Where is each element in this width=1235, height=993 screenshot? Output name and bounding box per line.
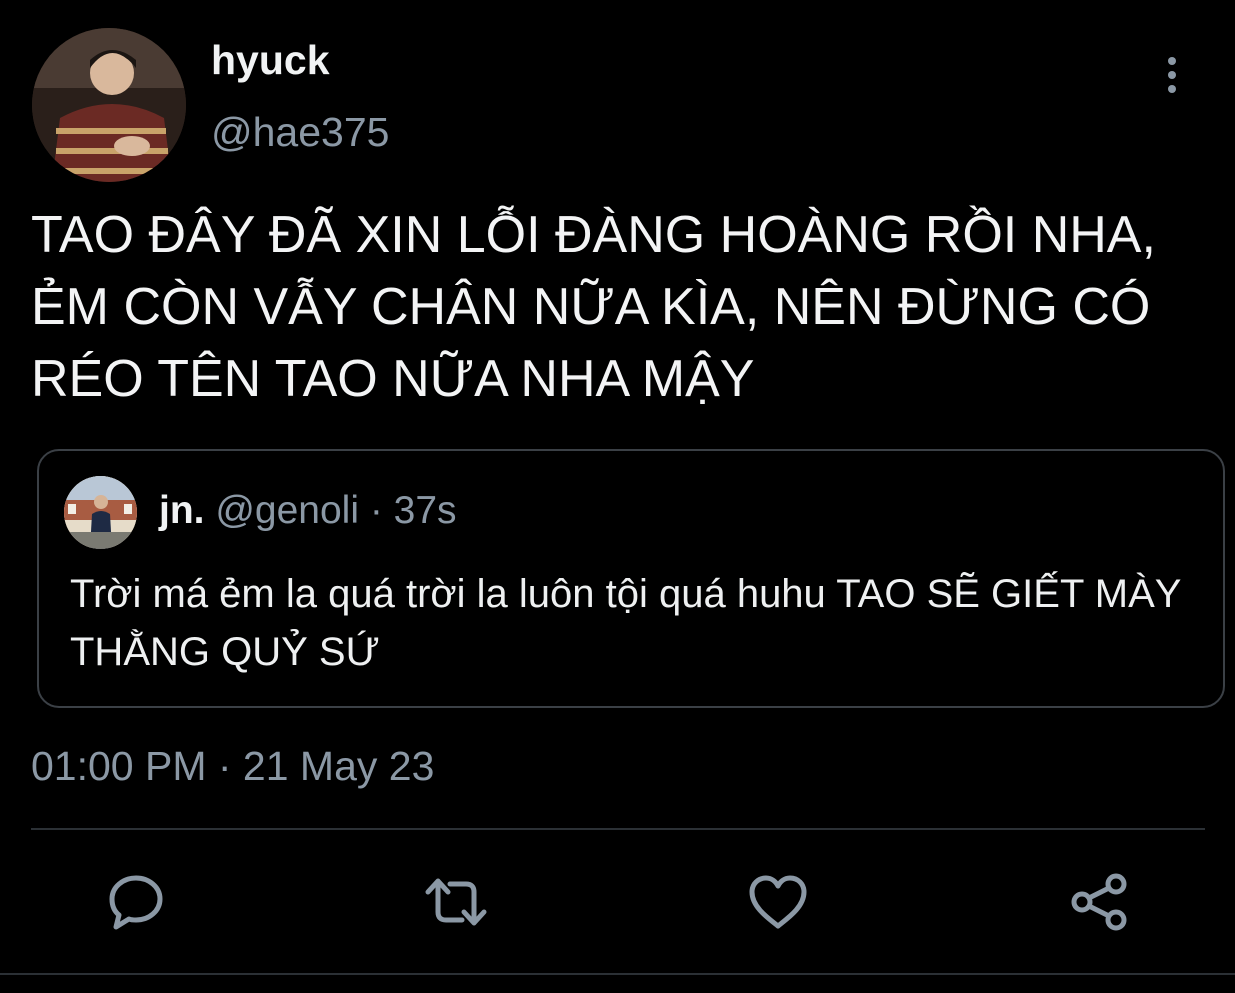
quoted-author-name[interactable]: jn. bbox=[159, 489, 205, 532]
divider bbox=[0, 973, 1235, 975]
reply-icon bbox=[109, 875, 163, 930]
share-icon bbox=[1071, 873, 1127, 931]
author-display-name[interactable]: hyuck bbox=[211, 40, 330, 81]
like-button[interactable] bbox=[746, 870, 810, 934]
more-vertical-icon bbox=[1168, 57, 1176, 93]
reply-button[interactable] bbox=[104, 870, 168, 934]
share-button[interactable] bbox=[1068, 870, 1132, 934]
quoted-author-avatar[interactable] bbox=[64, 476, 137, 549]
author-handle[interactable]: @hae375 bbox=[211, 112, 389, 153]
retweet-icon bbox=[425, 878, 487, 926]
quoted-tweet-header: jn. @genoli · 37s bbox=[159, 491, 457, 530]
retweet-button[interactable] bbox=[424, 870, 488, 934]
tweet-timestamp[interactable]: 01:00 PM · 21 May 23 bbox=[31, 746, 434, 787]
more-options-button[interactable] bbox=[1156, 55, 1188, 95]
quoted-tweet-card[interactable]: jn. @genoli · 37s Trời má ẻm la quá trời… bbox=[37, 449, 1225, 708]
author-avatar[interactable] bbox=[32, 28, 186, 182]
tweet-text: TAO ĐÂY ĐÃ XIN LỖI ĐÀNG HOÀNG RỒI NHA, Ẻ… bbox=[31, 206, 1156, 408]
quoted-author-meta: @genoli · 37s bbox=[204, 489, 457, 532]
quoted-tweet-text: Trời má ẻm la quá trời la luôn tội quá h… bbox=[70, 572, 1181, 674]
heart-icon bbox=[749, 875, 807, 929]
divider bbox=[31, 828, 1205, 830]
